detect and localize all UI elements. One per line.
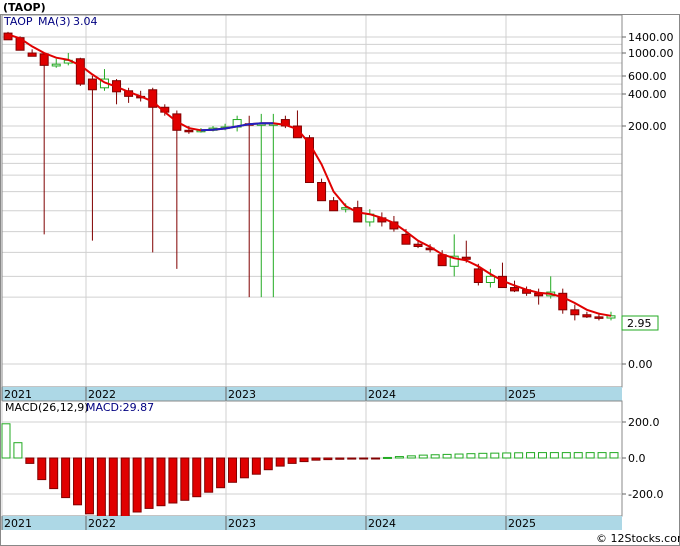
macd-tick-label: 200.0 bbox=[628, 416, 660, 429]
date-tick-label: 2025 bbox=[508, 388, 536, 401]
macd-bar bbox=[228, 457, 238, 483]
macd-bar bbox=[204, 457, 214, 493]
macd-bar bbox=[585, 452, 595, 459]
macd-bar bbox=[299, 457, 309, 463]
macd-bar bbox=[13, 442, 23, 459]
macd-bar bbox=[335, 457, 345, 460]
macd-bar bbox=[251, 457, 261, 475]
macd-bar bbox=[490, 452, 500, 459]
macd-legend-value: MACD:29.87 bbox=[86, 401, 154, 414]
candle-body bbox=[401, 233, 411, 245]
macd-bar bbox=[537, 452, 547, 459]
legend-ma-value: 3.04 bbox=[73, 15, 98, 28]
macd-bar bbox=[502, 452, 512, 459]
macd-tick-label: 0.0 bbox=[628, 452, 646, 465]
date-tick-label: 2024 bbox=[368, 388, 396, 401]
candle-body bbox=[510, 287, 520, 292]
macd-bar bbox=[84, 457, 94, 515]
macd-bar bbox=[323, 457, 333, 461]
macd-bar bbox=[61, 457, 71, 499]
date-tick-label: 2022 bbox=[88, 388, 116, 401]
candle-body bbox=[51, 63, 61, 67]
candle-body bbox=[39, 53, 49, 66]
candle-body bbox=[437, 254, 447, 267]
price-tick-label: 1400.00 bbox=[628, 31, 674, 44]
legend-ma-label: MA(3) bbox=[38, 15, 71, 28]
date-tick-label: 2023 bbox=[228, 517, 256, 530]
macd-bar bbox=[609, 452, 619, 459]
macd-bar bbox=[96, 457, 106, 518]
candle-body bbox=[570, 309, 580, 316]
price-tick-label: 0.00 bbox=[628, 358, 653, 371]
candle-body bbox=[317, 182, 327, 202]
candle-body bbox=[184, 129, 194, 133]
macd-bar bbox=[347, 457, 357, 460]
macd-bar bbox=[359, 457, 369, 460]
macd-legend-label: MACD(26,12,9) bbox=[5, 401, 89, 414]
date-tick-label: 2022 bbox=[88, 517, 116, 530]
candle-body bbox=[353, 207, 363, 223]
macd-bar bbox=[120, 457, 130, 518]
macd-bar bbox=[371, 457, 381, 460]
candle-body bbox=[582, 314, 592, 318]
candle-body bbox=[413, 243, 423, 248]
candle-body bbox=[87, 78, 97, 91]
candle-body bbox=[485, 275, 495, 284]
macd-bar bbox=[573, 452, 583, 459]
macd-bar bbox=[406, 455, 416, 459]
macd-bar bbox=[192, 457, 202, 498]
macd-bar bbox=[442, 453, 452, 459]
candle-body bbox=[473, 268, 483, 284]
date-tick-label: 2021 bbox=[4, 388, 32, 401]
date-tick-label: 2021 bbox=[4, 517, 32, 530]
macd-bar bbox=[73, 457, 83, 506]
macd-bar bbox=[275, 457, 285, 467]
candle-body bbox=[27, 52, 37, 57]
macd-bar bbox=[37, 457, 47, 481]
price-tick-label: 1000.00 bbox=[628, 47, 674, 60]
macd-bar bbox=[430, 454, 440, 459]
macd-bar bbox=[144, 457, 154, 509]
macd-bar bbox=[311, 457, 321, 461]
candle-body bbox=[594, 316, 604, 319]
macd-bar bbox=[418, 454, 428, 459]
macd-bar bbox=[478, 452, 488, 459]
macd-bar bbox=[597, 452, 607, 459]
macd-bar bbox=[132, 457, 142, 513]
macd-bar bbox=[239, 457, 249, 479]
candle-body bbox=[75, 58, 85, 85]
macd-bar bbox=[49, 457, 59, 490]
macd-bar bbox=[561, 452, 571, 459]
macd-bar bbox=[168, 457, 178, 504]
price-tick-label: 400.00 bbox=[628, 88, 667, 101]
macd-bar bbox=[216, 457, 226, 489]
macd-bar bbox=[514, 452, 524, 459]
macd-bar bbox=[287, 457, 297, 464]
macd-bar bbox=[549, 452, 559, 459]
macd-tick-label: -200.0 bbox=[628, 488, 663, 501]
macd-bar bbox=[454, 453, 464, 459]
macd-bar bbox=[526, 452, 536, 459]
macd-bar bbox=[156, 457, 166, 507]
macd-bar bbox=[394, 456, 404, 459]
macd-bar bbox=[466, 453, 476, 459]
watermark: © 12Stocks.com bbox=[596, 532, 680, 545]
date-tick-label: 2023 bbox=[228, 388, 256, 401]
candle-body bbox=[329, 200, 339, 212]
date-tick-label: 2024 bbox=[368, 517, 396, 530]
macd-bar bbox=[180, 457, 190, 501]
candle-body bbox=[3, 32, 13, 41]
price-tick-label: 200.00 bbox=[628, 120, 667, 133]
last-price-label: 2.95 bbox=[627, 317, 652, 330]
stock-chart: (TAOP) 1400.00 1000.00 600.00 400.00 200.00 0… bbox=[0, 1, 680, 546]
macd-bar bbox=[25, 457, 35, 464]
macd-bar bbox=[108, 457, 118, 519]
macd-bar bbox=[1, 423, 11, 459]
price-tick-label: 600.00 bbox=[628, 70, 667, 83]
macd-bar bbox=[263, 457, 273, 471]
date-tick-label: 2025 bbox=[508, 517, 536, 530]
legend-ticker: TAOP bbox=[3, 15, 33, 28]
chart-title: (TAOP) bbox=[3, 1, 46, 14]
macd-bar bbox=[382, 456, 392, 459]
